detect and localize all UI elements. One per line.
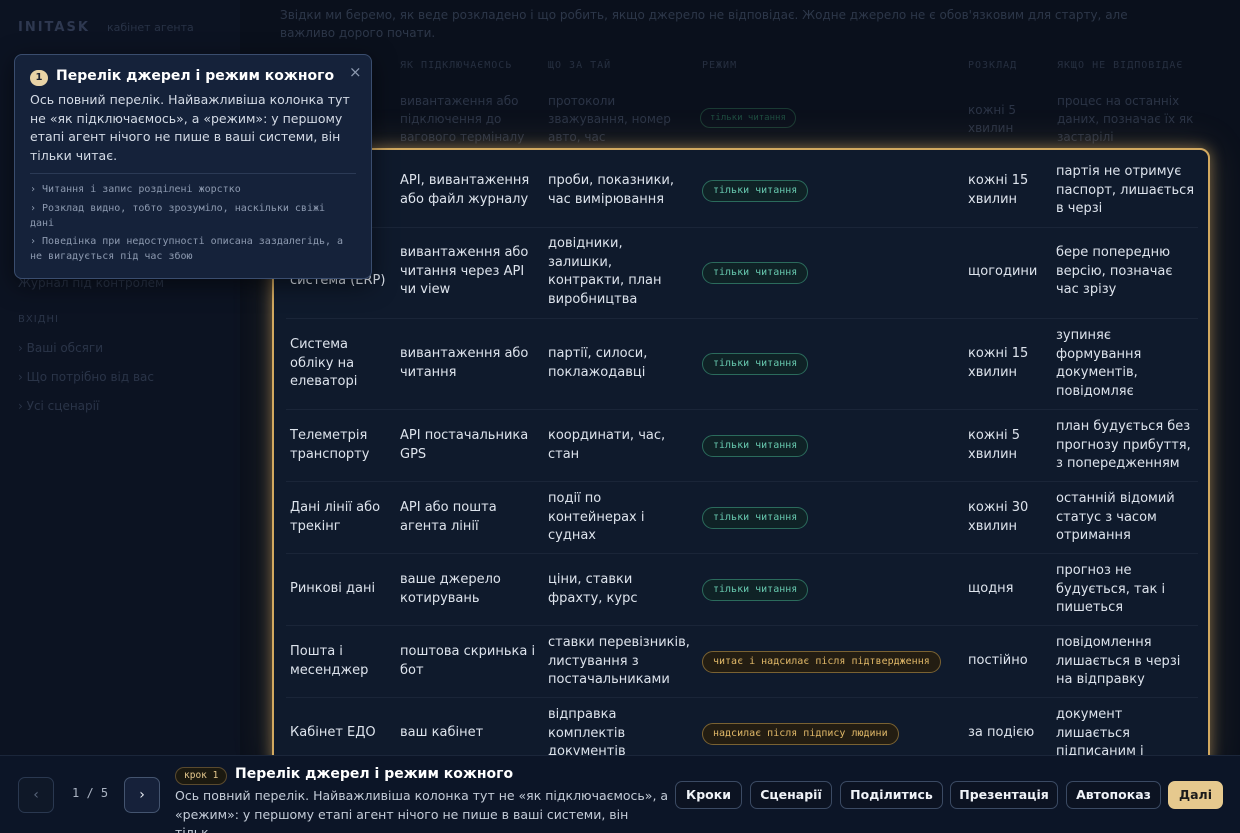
sidebar-item-label: Що потрібно від вас — [26, 370, 154, 384]
cell-connect: API, вивантаження або файл журналу — [400, 173, 530, 207]
column-header-connect: ЯК ПІДКЛЮЧАЄМОСЬ — [400, 60, 513, 71]
step-counter: 1 / 5 — [72, 786, 109, 800]
step-badge: крок 1 — [175, 767, 228, 785]
cell-connect: поштова скринька і бот — [400, 644, 536, 678]
cell-data: події по контейнерах і суднах — [548, 491, 645, 543]
table-row: Ринкові дані ваше джерело котирувань цін… — [286, 554, 1198, 626]
cell-connect: вивантаження або читання — [400, 346, 529, 380]
tooltip-title: Перелік джерел і режим кожного — [56, 68, 335, 84]
sidebar-section-label: ВХІДНІ — [18, 314, 59, 325]
mode-badge: надсилає після підпису людини — [702, 723, 899, 745]
cell-data: протоколи зважування, номер авто, час — [548, 94, 671, 144]
tooltip-bullet: › Читання і запис розділені жорстко — [30, 184, 241, 195]
sidebar-item-requirements[interactable]: › Що потрібно від вас — [18, 370, 154, 384]
brand-subtitle: кабінет агента — [107, 21, 194, 34]
column-header-schedule: РОЗКЛАД — [968, 60, 1018, 71]
section-intro: Звідки ми беремо, як веде розкладено і щ… — [280, 8, 1128, 40]
step-title: Перелік джерел і режим кожного — [235, 766, 514, 782]
table-row: Система обліку на елеваторі вивантаження… — [286, 319, 1198, 410]
table-row: Дані лінії або трекінг API або пошта аге… — [286, 482, 1198, 554]
next-button[interactable]: Далі — [1168, 781, 1223, 809]
tooltip-bullet: › Розклад видно, тобто зрозуміло, наскіл… — [30, 203, 326, 229]
cell-data: проби, показники, час вимірювання — [548, 173, 675, 207]
sidebar-item-volumes[interactable]: › Ваші обсяги — [18, 341, 103, 355]
cell-data: ціни, ставки фрахту, курс — [548, 572, 638, 606]
cell-fallback: прогноз не будується, так і пишеться — [1056, 563, 1166, 615]
table-row: система (ERP) вивантаження або читання ч… — [286, 228, 1198, 319]
tour-tooltip: 1 Перелік джерел і режим кожного × Ось п… — [14, 54, 372, 279]
mode-badge: читає і надсилає після підтвердження — [702, 651, 941, 673]
share-button[interactable]: Поділитись — [840, 781, 943, 809]
scenarios-button[interactable]: Сценарії — [750, 781, 832, 809]
divider — [30, 173, 356, 174]
close-icon[interactable]: × — [349, 63, 362, 81]
brand-logo: INITASK — [18, 20, 90, 35]
mode-badge: тільки читання — [702, 507, 809, 529]
cell-fallback: останній відомий статус з часом отриманн… — [1056, 491, 1175, 543]
cell-source: Система обліку на елеваторі — [290, 337, 358, 389]
cell-data: відправка комплектів документів — [548, 707, 626, 759]
presentation-button[interactable]: Презентація — [950, 781, 1058, 809]
column-header-data: ЩО ЗА ТАЙ — [548, 60, 612, 71]
cell-schedule: кожні 30 хвилин — [968, 500, 1029, 534]
autoshow-button[interactable]: Автопоказ — [1066, 781, 1161, 809]
cell-source: Пошта і месенджер — [290, 644, 369, 678]
cell-schedule: кожні 15 хвилин — [968, 173, 1029, 207]
mode-badge: тільки читання — [702, 180, 809, 202]
cell-data: координати, час, стан — [548, 428, 666, 462]
mode-badge: тільки читання — [702, 262, 809, 284]
cell-connect: API або пошта агента лінії — [400, 500, 497, 534]
tour-bottom-bar: ‹ 1 / 5 › крок 1 Перелік джерел і режим … — [0, 755, 1240, 833]
cell-source: Дані лінії або трекінг — [290, 500, 381, 534]
cell-connect: API постачальника GPS — [400, 428, 529, 462]
prev-step-button[interactable]: ‹ — [18, 777, 54, 813]
cell-fallback: партія не отримує паспорт, лишається в ч… — [1056, 164, 1195, 216]
step-number-badge: 1 — [30, 70, 48, 86]
sidebar-item-label: Усі сценарії — [26, 399, 100, 413]
cell-schedule: кожні 15 хвилин — [968, 346, 1029, 380]
cell-source: Кабінет ЕДО — [290, 725, 376, 740]
tooltip-text: Ось повний перелік. Найважливіша колонка… — [30, 92, 350, 163]
next-step-arrow-button[interactable]: › — [124, 777, 160, 813]
cell-schedule: кожні 5 хвилин — [968, 103, 1017, 135]
cell-fallback: план будується без прогнозу прибуття, з … — [1056, 419, 1191, 471]
cell-fallback: бере попередню версію, позначає час зріз… — [1056, 245, 1173, 297]
tooltip-bullet: › Поведінка при недоступності описана за… — [30, 236, 344, 262]
mode-badge: тільки читання — [700, 108, 796, 128]
sidebar-item-scenarios[interactable]: › Усі сценарії — [18, 399, 99, 413]
sidebar-item-label: Ваші обсяги — [26, 341, 104, 355]
column-header-fallback: ЯКЩО НЕ ВІДПОВІДАЄ — [1057, 60, 1184, 71]
cell-schedule: щодня — [968, 581, 1014, 596]
mode-badge: тільки читання — [702, 435, 809, 457]
cell-fallback: зупиняє формування документів, повідомля… — [1056, 328, 1142, 399]
cell-data: довідники, залишки, контракти, план виро… — [548, 236, 662, 307]
cell-fallback: процес на останніх даних, позначає їх як… — [1057, 94, 1194, 144]
table-row: Пошта і месенджер поштова скринька і бот… — [286, 626, 1198, 698]
table-row: API, вивантаження або файл журналу проби… — [286, 150, 1198, 228]
cell-schedule: кожні 5 хвилин — [968, 428, 1021, 462]
highlighted-table: API, вивантаження або файл журналу проби… — [272, 148, 1210, 768]
steps-button[interactable]: Кроки — [675, 781, 742, 809]
mode-badge: тільки читання — [702, 353, 809, 375]
cell-schedule: за подією — [968, 725, 1035, 740]
cell-source: Телеметрія транспорту — [290, 428, 370, 462]
cell-fallback: повідомлення лишається в черзі на відпра… — [1056, 635, 1181, 687]
cell-source: Ринкові дані — [290, 581, 376, 596]
step-description: Ось повний перелік. Найважливіша колонка… — [175, 788, 669, 833]
cell-data: партії, силоси, поклажодавці — [548, 346, 648, 380]
cell-schedule: постійно — [968, 653, 1028, 668]
cell-data: ставки перевізників, листування з постач… — [548, 635, 690, 687]
cell-connect: ваше джерело котирувань — [400, 572, 501, 606]
table-row: Телеметрія транспорту API постачальника … — [286, 410, 1198, 482]
column-header-mode: РЕЖИМ — [702, 60, 738, 71]
cell-schedule: щогодини — [968, 264, 1038, 279]
mode-badge: тільки читання — [702, 579, 809, 601]
cell-connect: вивантаження або підключення до вагового… — [400, 94, 525, 144]
cell-connect: ваш кабінет — [400, 725, 484, 740]
cell-connect: вивантаження або читання через API чи vi… — [400, 245, 529, 297]
